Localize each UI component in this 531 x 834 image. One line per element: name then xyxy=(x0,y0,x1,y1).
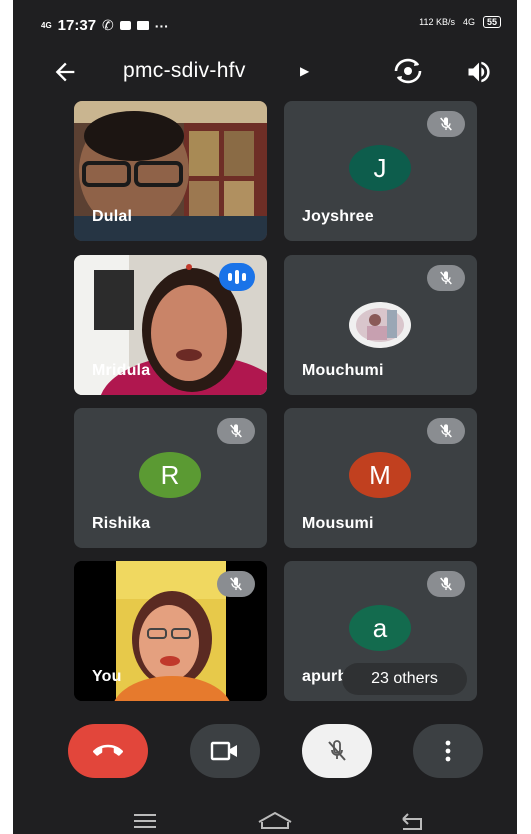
participant-name: apurb xyxy=(302,668,348,685)
avatar: a xyxy=(349,605,411,651)
microphone-toggle-button[interactable] xyxy=(302,724,372,778)
battery-icon: 55 xyxy=(482,16,501,28)
notification-icon xyxy=(119,21,131,30)
speaking-indicator-icon xyxy=(219,263,255,291)
back-arrow-icon[interactable] xyxy=(51,58,79,86)
mic-off-icon xyxy=(427,265,465,291)
network-right: 4G xyxy=(462,17,475,27)
more-options-button[interactable] xyxy=(413,724,483,778)
camera-toggle-button[interactable] xyxy=(190,724,260,778)
phone-screen: 4G 17:37 ✆ ··· 112 KB/s 4G 55 pmc-sdiv-h… xyxy=(13,0,517,834)
avatar: J xyxy=(349,145,411,191)
participant-tile[interactable]: Mouchumi xyxy=(284,255,477,395)
meeting-code[interactable]: pmc-sdiv-hfv xyxy=(123,59,246,83)
participant-tile[interactable]: Mridula xyxy=(74,255,267,395)
menu-icon[interactable] xyxy=(132,812,158,830)
hang-up-icon xyxy=(93,744,123,756)
speaker-icon[interactable] xyxy=(465,58,493,86)
participant-name: Dulal xyxy=(92,208,133,225)
mail-icon xyxy=(136,21,149,30)
participant-tile[interactable]: Dulal xyxy=(74,101,267,241)
participant-name: Mridula xyxy=(92,362,151,379)
video-camera-icon xyxy=(210,741,237,761)
status-bar: 4G 17:37 ✆ ··· 112 KB/s 4G 55 xyxy=(13,0,517,48)
participant-name: Mousumi xyxy=(302,515,374,532)
mic-off-icon xyxy=(427,571,465,597)
avatar: M xyxy=(349,452,411,498)
mic-off-icon xyxy=(328,740,346,761)
more-notifications-icon: ··· xyxy=(154,17,169,34)
end-call-button[interactable] xyxy=(68,724,148,778)
mic-off-icon xyxy=(217,418,255,444)
mic-off-icon xyxy=(427,418,465,444)
more-vert-icon xyxy=(445,740,451,762)
participant-name: You xyxy=(92,668,122,685)
meeting-header: pmc-sdiv-hfv ▶ xyxy=(13,50,517,94)
chevron-right-icon[interactable]: ▶ xyxy=(300,64,309,78)
participant-name: Mouchumi xyxy=(302,362,384,379)
system-navigation-bar xyxy=(13,790,517,834)
avatar: R xyxy=(139,452,201,498)
home-icon[interactable] xyxy=(256,810,294,832)
clock: 17:37 xyxy=(57,17,97,34)
participant-name: Rishika xyxy=(92,515,151,532)
back-icon[interactable] xyxy=(399,811,427,831)
participant-tile[interactable]: J Joyshree xyxy=(284,101,477,241)
mic-off-icon xyxy=(427,111,465,137)
whatsapp-icon: ✆ xyxy=(102,17,114,33)
participant-tile[interactable]: M Mousumi xyxy=(284,408,477,548)
network-left: 4G xyxy=(41,20,52,30)
speed-indicator: 112 KB/s xyxy=(419,17,455,27)
participant-tile[interactable]: R Rishika xyxy=(74,408,267,548)
mic-off-icon xyxy=(217,571,255,597)
switch-camera-icon[interactable] xyxy=(391,56,425,86)
self-view-tile[interactable]: You xyxy=(74,561,267,701)
profile-photo xyxy=(349,302,411,348)
others-count-button[interactable]: 23 others xyxy=(342,663,467,695)
participant-name: Joyshree xyxy=(302,208,374,225)
